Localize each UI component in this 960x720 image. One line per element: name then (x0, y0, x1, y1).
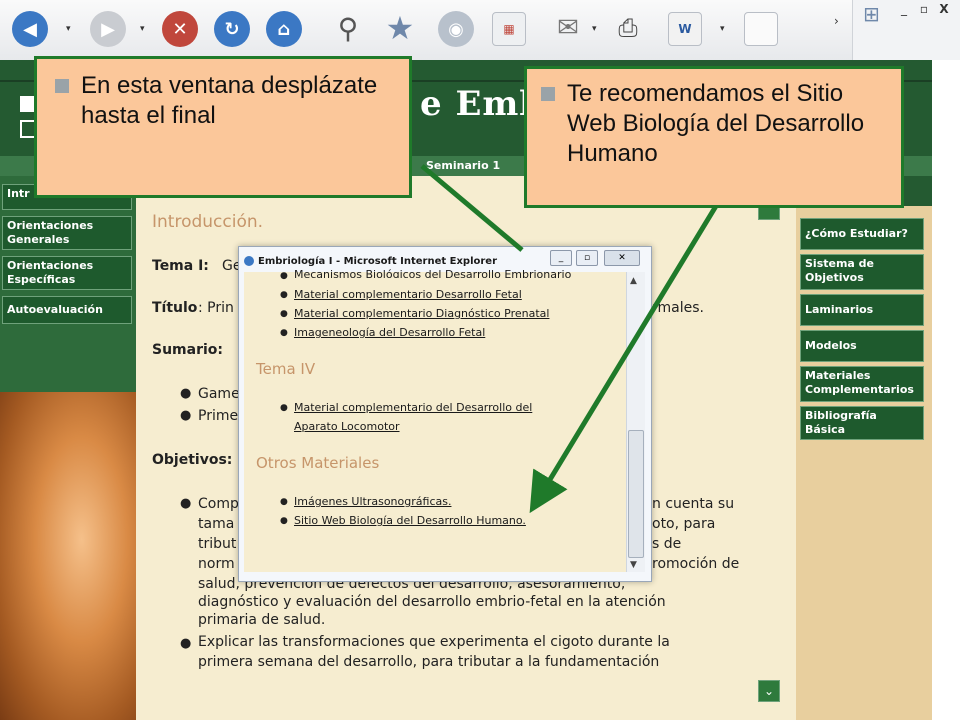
arrow-right-callout (529, 204, 719, 514)
callout-scroll: En esta ventana desplázate hasta el fina… (34, 56, 412, 198)
arrow-left-callout (420, 164, 524, 252)
callout-recommend: Te recomendamos el Sitio Web Biología de… (524, 66, 904, 208)
callout-bullet (55, 79, 69, 93)
callout-scroll-text: En esta ventana desplázate hasta el fina… (81, 72, 378, 129)
callout-bullet (541, 87, 555, 101)
callout-recommend-text: Te recomendamos el Sitio Web Biología de… (567, 80, 865, 167)
